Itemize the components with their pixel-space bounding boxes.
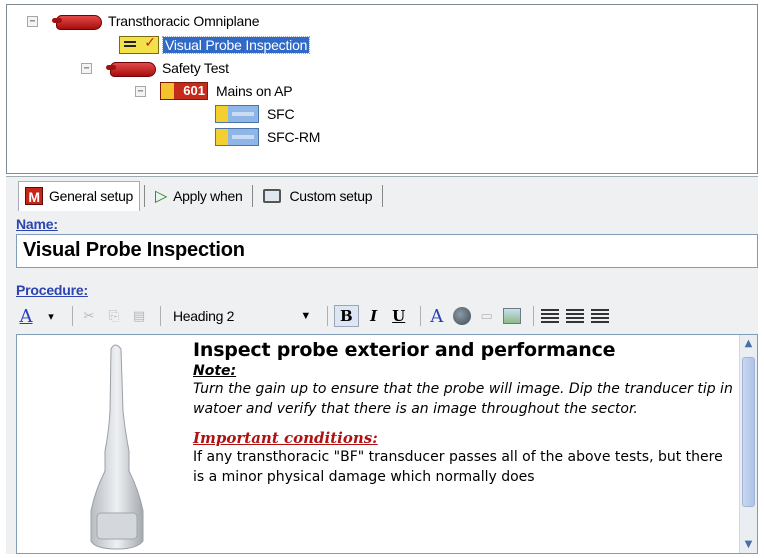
tab-divider (144, 184, 146, 207)
chevron-down-icon[interactable]: ▾ (41, 305, 61, 327)
general-setup-panel: Name: Visual Probe Inspection Procedure:… (6, 214, 758, 554)
inspection-icon (119, 35, 159, 54)
tab-apply-when[interactable]: ▷ Apply when (149, 181, 248, 211)
heading-select[interactable]: Heading 2 ▼ (167, 305, 317, 327)
important-body: If any transthoracic "BF" transducer pas… (193, 449, 723, 485)
chevron-down-icon: ▼ (300, 310, 311, 322)
play-icon: ▷ (155, 186, 168, 205)
general-setup-icon: M (25, 187, 43, 205)
tab-label: General setup (49, 188, 134, 204)
style-icon[interactable]: A (16, 305, 36, 327)
collapse-icon[interactable]: − (81, 62, 92, 74)
name-field[interactable]: Visual Probe Inspection (16, 234, 758, 268)
tree-label-sfc[interactable]: SFC (265, 106, 296, 122)
vertical-scrollbar[interactable]: ▲ ▼ (739, 335, 757, 553)
italic-button[interactable]: I (364, 305, 384, 327)
tab-custom-setup[interactable]: Custom setup (257, 181, 378, 211)
cut-icon[interactable]: ✂ (79, 305, 99, 327)
tree-label-mains[interactable]: Mains on AP (214, 83, 294, 99)
copy-icon[interactable]: ⎘ (104, 305, 124, 327)
paste-icon[interactable]: ▤ (129, 305, 149, 327)
procedure-content: Inspect probe exterior and performance N… (193, 339, 733, 487)
scroll-thumb[interactable] (742, 357, 755, 507)
tree-node-safety[interactable]: − Safety Test (81, 58, 231, 78)
align-center-icon[interactable] (565, 305, 585, 327)
collapse-icon[interactable]: − (135, 85, 146, 97)
tree-node-inspection[interactable]: Visual Probe Inspection (119, 35, 311, 55)
bold-button[interactable]: B (334, 305, 359, 327)
sfc-test-icon (215, 128, 259, 146)
toolbar-separator (327, 306, 328, 326)
collapse-icon[interactable]: − (27, 15, 38, 27)
name-label: Name: (16, 216, 58, 232)
tab-label: Custom setup (289, 187, 373, 204)
procedure-editor[interactable]: Inspect probe exterior and performance N… (16, 334, 758, 554)
toolbar-separator (419, 306, 421, 326)
tree-label-inspection[interactable]: Visual Probe Inspection (161, 36, 311, 54)
tree-node-root[interactable]: − Transthoracic Omniplane (27, 11, 261, 31)
link-icon[interactable]: ▭ (477, 305, 497, 327)
align-left-icon[interactable] (540, 305, 560, 327)
scroll-down-icon[interactable]: ▼ (740, 536, 757, 553)
toolbar-separator (532, 306, 534, 326)
test-601-icon: 601 (160, 82, 208, 100)
tab-divider (252, 184, 254, 207)
font-color-icon[interactable]: A (427, 305, 447, 327)
tree-node-mains[interactable]: − 601 Mains on AP (135, 81, 294, 101)
probe-icon (106, 59, 156, 77)
hyperlink-globe-icon[interactable] (452, 305, 472, 327)
probe-icon (52, 12, 102, 30)
tab-divider (382, 184, 384, 207)
important-heading: Important conditions: (193, 429, 378, 447)
tree-node-sfcrm[interactable]: SFC-RM (215, 127, 322, 147)
underline-button[interactable]: U (389, 305, 409, 327)
tab-general-setup[interactable]: M General setup (18, 180, 141, 211)
note-heading: Note: (193, 363, 237, 379)
toolbar-separator (72, 306, 73, 326)
tree-node-sfc[interactable]: SFC (215, 104, 296, 124)
tree-panel: − Transthoracic Omniplane Visual Probe I… (6, 4, 758, 174)
procedure-label: Procedure: (16, 282, 88, 298)
monitor-icon (263, 188, 282, 203)
tab-label: Apply when (173, 187, 243, 204)
editor-toolbar: A ▾ ✂ ⎘ ▤ Heading 2 ▼ B I U A ▭ (16, 302, 758, 330)
insert-image-icon[interactable] (502, 305, 522, 327)
scroll-up-icon[interactable]: ▲ (740, 335, 757, 352)
sfc-test-icon (215, 105, 259, 123)
note-body: Turn the gain up to ensure that the prob… (193, 381, 733, 417)
tab-bar: M General setup ▷ Apply when Custom setu… (6, 176, 758, 214)
heading-select-value: Heading 2 (173, 308, 235, 324)
tree-label-sfcrm[interactable]: SFC-RM (265, 129, 322, 145)
procedure-heading: Inspect probe exterior and performance (193, 339, 616, 361)
tree-label-root[interactable]: Transthoracic Omniplane (106, 13, 261, 29)
align-right-icon[interactable] (590, 305, 610, 327)
probe-image (90, 344, 144, 550)
tree-label-safety[interactable]: Safety Test (160, 60, 231, 76)
toolbar-separator (160, 306, 161, 326)
